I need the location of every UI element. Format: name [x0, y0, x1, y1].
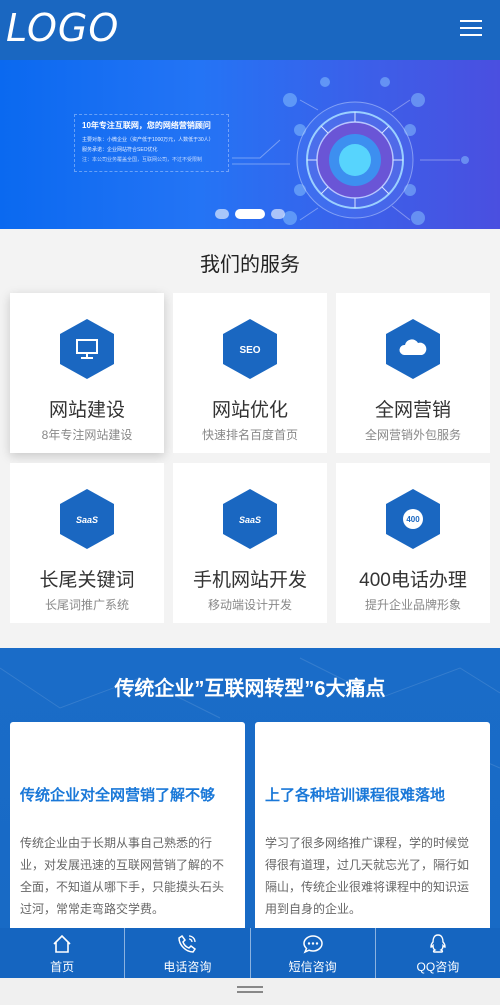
service-title: 手机网站开发 [192, 570, 307, 591]
service-subtitle: 提升企业品牌形象 [364, 598, 461, 612]
pain-card-2[interactable]: 上了各种培训课程很难落地 学习了很多网络推广课程，学的时候觉得很有道理，过几天就… [255, 722, 490, 952]
services-title: 我们的服务 [200, 254, 300, 276]
home-icon [53, 934, 71, 953]
hero-banner[interactable] [0, 60, 500, 229]
saas-icon: SaaS [60, 489, 114, 549]
header: LOGO [0, 0, 500, 60]
carousel-dots [0, 209, 500, 219]
nav-label: 首页 [50, 960, 75, 974]
pain-card-text: 学习了很多网络推广课程，学的时候觉得很有道理，过几天就忘光了，隔行如隔山，传统企… [265, 836, 470, 916]
drag-handle-line [237, 991, 263, 993]
nav-label: QQ咨询 [416, 960, 460, 974]
banner-line-1: 主要对象：小微企业（资产低于1000万元，人数低于30人） [82, 137, 214, 143]
service-title: 全网营销 [374, 400, 451, 421]
saas-icon: SaaS [223, 489, 277, 549]
carousel-dot-2[interactable] [235, 209, 265, 219]
nav-home[interactable]: 首页 [0, 928, 126, 978]
svg-text:SEO: SEO [239, 345, 260, 356]
service-subtitle: 长尾词推广系统 [44, 598, 129, 612]
400-icon: 400 [386, 489, 440, 549]
bottom-handle-bar [0, 978, 500, 1005]
service-card-keywords[interactable]: SaaS 长尾关键词 长尾词推广系统 [10, 463, 164, 623]
pain-points-title: 传统企业”互联网转型”6大痛点 [114, 678, 386, 700]
drag-handle[interactable] [237, 986, 263, 988]
banner-line-2: 服务承诺：企业网站符合SEO优化 [82, 147, 158, 153]
pain-card-heading: 上了各种培训课程很难落地 [265, 787, 446, 804]
banner-title: 10年专注互联网，您的网络营销顾问 [82, 121, 211, 130]
service-subtitle: 全网营销外包服务 [364, 428, 461, 442]
phone-icon [178, 934, 197, 953]
service-card-marketing[interactable]: 全网营销 全网营销外包服务 [336, 293, 490, 453]
pain-card-heading: 传统企业对全网营销了解不够 [20, 787, 216, 804]
service-card-400[interactable]: 400 400电话办理 提升企业品牌形象 [336, 463, 490, 623]
svg-text:SaaS: SaaS [239, 515, 261, 525]
service-title: 400电话办理 [359, 570, 467, 591]
nav-sms[interactable]: 短信咨询 [251, 928, 376, 978]
nav-label: 电话咨询 [163, 960, 212, 974]
service-card-seo[interactable]: SEO 网站优化 快速排名百度首页 [173, 293, 327, 453]
bottom-nav: 首页 电话咨询 短信咨询 QQ咨询 [0, 928, 500, 978]
pain-card-text: 传统企业由于长期从事自己熟悉的行业，对发展迅速的互联网营销了解的不全面，不知道从… [20, 836, 225, 916]
service-card-website[interactable]: 网站建设 8年专注网站建设 [10, 293, 164, 453]
service-subtitle: 8年专注网站建设 [41, 428, 133, 442]
pain-card-1[interactable]: 传统企业对全网营销了解不够 传统企业由于长期从事自己熟悉的行业，对发展迅速的互联… [10, 722, 245, 952]
cloud-icon [386, 319, 440, 379]
service-subtitle: 移动端设计开发 [207, 598, 292, 612]
nav-label: 短信咨询 [288, 960, 337, 974]
logo[interactable]: LOGO [6, 6, 119, 50]
carousel-dot-1[interactable] [215, 209, 229, 219]
hamburger-menu-icon[interactable] [460, 20, 482, 40]
banner-line-3: 注：本公司业务覆盖全国，互联网公司，不过不受限制 [82, 157, 203, 163]
svg-text:SaaS: SaaS [76, 515, 98, 525]
service-subtitle: 快速排名百度首页 [201, 428, 298, 442]
service-card-mobile[interactable]: SaaS 手机网站开发 移动端设计开发 [173, 463, 327, 623]
message-icon [302, 935, 323, 954]
svg-text:400: 400 [406, 515, 420, 524]
service-title: 长尾关键词 [39, 570, 135, 591]
seo-icon: SEO [223, 319, 277, 379]
service-title: 网站建设 [48, 400, 125, 421]
nav-qq[interactable]: QQ咨询 [376, 928, 500, 978]
carousel-dot-3[interactable] [271, 209, 285, 219]
monitor-icon [60, 319, 114, 379]
service-title: 网站优化 [211, 400, 288, 421]
qq-icon [430, 934, 446, 953]
nav-phone[interactable]: 电话咨询 [125, 928, 251, 978]
